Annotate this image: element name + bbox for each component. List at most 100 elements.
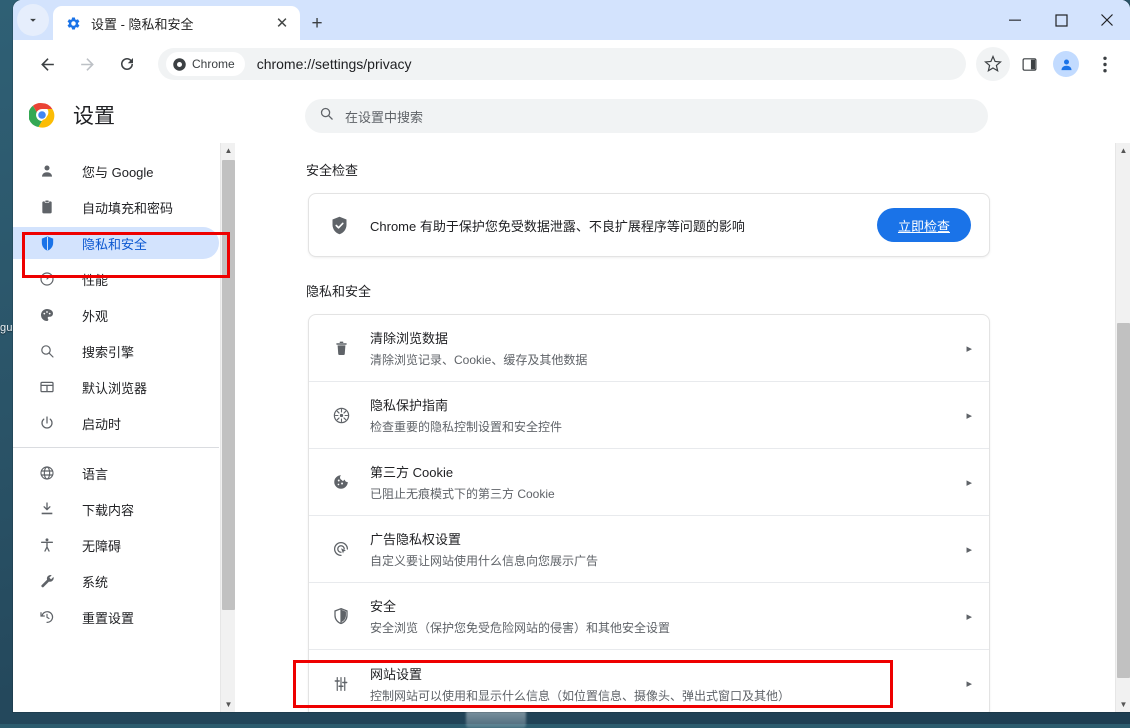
performance-icon [37,271,57,287]
cookie-icon [329,473,353,491]
download-icon [37,501,57,517]
sidebar-item-autofill[interactable]: 自动填充和密码 [13,191,219,223]
sidebar-item-label: 自动填充和密码 [82,198,173,217]
history-restore-icon [37,609,57,625]
sidebar-item-you-and-google[interactable]: 您与 Google [13,155,219,187]
star-icon[interactable] [976,47,1010,81]
search-icon [319,106,334,126]
privacy-settings-card: 清除浏览数据 清除浏览记录、Cookie、缓存及其他数据 ▸ 隐私保护指南 检查… [308,314,990,712]
sidebar-item-label: 语言 [82,464,108,483]
chrome-chip-label: Chrome [192,57,235,71]
check-now-button[interactable]: 立即检查 [877,208,971,242]
row-site-settings[interactable]: 网站设置 控制网站可以使用和显示什么信息（如位置信息、摄像头、弹出式窗口及其他）… [309,650,989,712]
sidebar-item-label: 无障碍 [82,536,121,555]
chrome-icon [172,57,187,72]
scroll-down-arrow-icon[interactable]: ▼ [221,697,236,712]
side-panel-icon[interactable] [1012,47,1046,81]
row-privacy-guide[interactable]: 隐私保护指南 检查重要的隐私控制设置和安全控件 ▸ [309,382,989,449]
privacy-section-title: 隐私和安全 [306,281,1130,300]
back-arrow-icon[interactable] [30,47,64,81]
three-dot-menu-icon[interactable] [1088,47,1122,81]
main-scrollbar[interactable]: ▲ ▼ [1115,143,1130,712]
search-input[interactable]: 在设置中搜索 [305,99,988,133]
shield-icon [37,235,57,252]
browser-window: 设置 - 隐私和安全 ✕ + [13,0,1130,712]
sidebar-item-languages[interactable]: 语言 [13,457,219,489]
sidebar-item-search-engine[interactable]: 搜索引擎 [13,335,219,367]
sidebar-item-label: 隐私和安全 [82,234,147,253]
settings-content: 您与 Google 自动填充和密码 隐私和安全 性能 [13,143,1130,712]
sidebar-divider [13,447,219,448]
sidebar-item-default-browser[interactable]: 默认浏览器 [13,371,219,403]
page-title: 设置 [73,100,115,130]
clipboard-icon [37,199,57,215]
gear-icon [65,15,81,31]
sidebar-item-accessibility[interactable]: 无障碍 [13,529,219,561]
sidebar-item-appearance[interactable]: 外观 [13,299,219,331]
sidebar-item-downloads[interactable]: 下载内容 [13,493,219,525]
sidebar-item-label: 性能 [82,270,108,289]
row-subtitle: 已阻止无痕模式下的第三方 Cookie [370,485,956,502]
chevron-right-icon[interactable]: ▸ [956,476,972,489]
sidebar-item-on-startup[interactable]: 启动时 [13,407,219,439]
search-placeholder: 在设置中搜索 [345,107,423,126]
browser-window-icon [37,379,57,395]
tab-title: 设置 - 隐私和安全 [91,14,272,33]
address-bar[interactable]: Chrome chrome://settings/privacy [158,48,966,80]
row-title: 清除浏览数据 [370,328,956,347]
sidebar-item-label: 重置设置 [82,608,134,627]
settings-sidebar: 您与 Google 自动填充和密码 隐私和安全 性能 [13,143,235,712]
row-security[interactable]: 安全 安全浏览（保护您免受危险网站的侵害）和其他安全设置 ▸ [309,583,989,650]
chevron-right-icon[interactable]: ▸ [956,543,972,556]
sidebar-scrollbar[interactable]: ▲ ▼ [220,143,235,712]
row-title: 隐私保护指南 [370,395,956,414]
chrome-origin-chip: Chrome [166,52,245,76]
safety-check-card: Chrome 有助于保护您免受数据泄露、不良扩展程序等问题的影响 立即检查 [308,193,990,257]
sidebar-item-system[interactable]: 系统 [13,565,219,597]
forward-arrow-icon [70,47,104,81]
row-clear-browsing-data[interactable]: 清除浏览数据 清除浏览记录、Cookie、缓存及其他数据 ▸ [309,315,989,382]
shield-check-icon [329,215,351,236]
sidebar-item-privacy-and-security[interactable]: 隐私和安全 [13,227,219,259]
chrome-logo [29,102,55,128]
sidebar-item-performance[interactable]: 性能 [13,263,219,295]
chevron-down-icon[interactable] [17,4,49,36]
scroll-up-arrow-icon[interactable]: ▲ [221,143,236,158]
close-button[interactable] [1084,0,1130,40]
row-third-party-cookies[interactable]: 第三方 Cookie 已阻止无痕模式下的第三方 Cookie ▸ [309,449,989,516]
toolbar-right-actions [974,47,1130,81]
row-title: 安全 [370,596,956,615]
window-controls [992,0,1130,40]
row-title: 广告隐私权设置 [370,529,956,548]
avatar-icon[interactable] [1053,51,1079,77]
new-tab-button[interactable]: + [303,10,331,38]
trash-icon [329,340,353,357]
chevron-right-icon[interactable]: ▸ [956,342,972,355]
sidebar-item-label: 下载内容 [82,500,134,519]
tab-settings[interactable]: 设置 - 隐私和安全 ✕ [53,6,300,40]
row-subtitle: 检查重要的隐私控制设置和安全控件 [370,418,956,435]
accessibility-icon [37,537,57,553]
scroll-up-arrow-icon[interactable]: ▲ [1116,143,1130,158]
chevron-right-icon[interactable]: ▸ [956,409,972,422]
scroll-down-arrow-icon[interactable]: ▼ [1116,697,1130,712]
sidebar-item-reset-settings[interactable]: 重置设置 [13,601,219,633]
main-scrollbar-thumb[interactable] [1117,323,1130,678]
sliders-icon [329,675,353,693]
row-ad-privacy[interactable]: 广告隐私权设置 自定义要让网站使用什么信息向您展示广告 ▸ [309,516,989,583]
minimize-button[interactable] [992,0,1038,40]
reload-icon[interactable] [110,47,144,81]
desktop-partial-label: gu [0,322,13,334]
chevron-right-icon[interactable]: ▸ [956,677,972,690]
sidebar-item-label: 外观 [82,306,108,325]
sidebar-item-label: 您与 Google [82,162,154,181]
sidebar-scrollbar-thumb[interactable] [222,160,235,610]
safety-check-text: Chrome 有助于保护您免受数据泄露、不良扩展程序等问题的影响 [370,216,877,235]
chevron-right-icon[interactable]: ▸ [956,610,972,623]
person-icon [37,163,57,179]
row-subtitle: 自定义要让网站使用什么信息向您展示广告 [370,552,956,569]
sidebar-item-label: 搜索引擎 [82,342,134,361]
maximize-button[interactable] [1038,0,1084,40]
palette-icon [37,307,57,323]
close-icon[interactable]: ✕ [272,13,292,33]
